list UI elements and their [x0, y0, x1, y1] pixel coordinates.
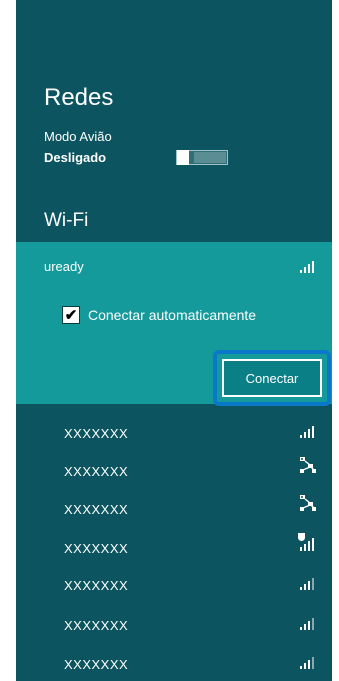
connect-button-focus-ring: Conectar — [213, 350, 331, 406]
connect-button[interactable]: Conectar — [222, 359, 322, 397]
network-item-name[interactable]: XXXXXXX — [64, 464, 128, 479]
wifi-signal-icon — [300, 616, 318, 630]
wired-network-icon — [300, 457, 316, 473]
network-item-name[interactable]: XXXXXXX — [64, 578, 128, 593]
network-item-name[interactable]: XXXXXXX — [64, 618, 128, 633]
network-item-name[interactable]: XXXXXXX — [64, 426, 128, 441]
auto-connect-label: Conectar automaticamente — [88, 307, 257, 323]
airplane-mode-label: Modo Avião — [44, 129, 112, 144]
wifi-signal-icon — [300, 424, 318, 438]
wifi-signal-icon — [300, 655, 318, 669]
network-item-name[interactable]: XXXXXXX — [64, 502, 128, 517]
toggle-knob — [177, 150, 189, 165]
wired-network-icon — [300, 495, 316, 511]
wifi-section-title: Wi-Fi — [44, 210, 89, 231]
airplane-mode-toggle[interactable] — [176, 150, 228, 165]
selected-network-name: uready — [44, 259, 84, 274]
panel-title: Redes — [44, 84, 114, 111]
auto-connect-row[interactable]: ✔ Conectar automaticamente — [62, 306, 256, 324]
network-item-name[interactable]: XXXXXXX — [64, 541, 128, 556]
wifi-signal-icon — [300, 259, 318, 273]
wifi-secured-signal-icon — [298, 533, 318, 551]
airplane-mode-state: Desligado — [44, 150, 107, 165]
network-item-name[interactable]: XXXXXXX — [64, 657, 128, 672]
auto-connect-checkbox[interactable]: ✔ — [62, 306, 80, 324]
toggle-track — [194, 152, 226, 163]
connect-button-label: Conectar — [245, 370, 299, 386]
wifi-signal-icon — [300, 576, 318, 590]
